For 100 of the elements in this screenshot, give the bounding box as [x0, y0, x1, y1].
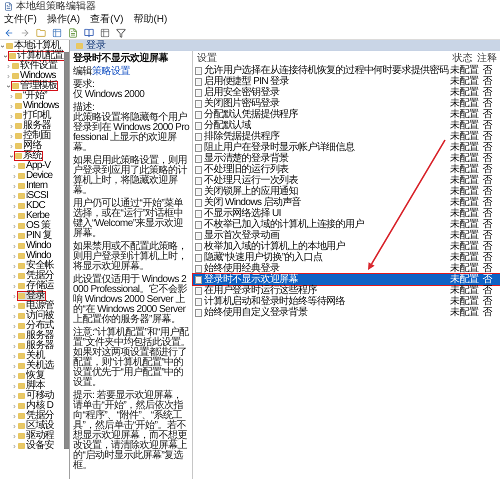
- policy-row[interactable]: 允许用户选择在从连接待机恢复的过程中何时要求提供密码未配置 否: [193, 65, 500, 76]
- tree-item[interactable]: App-V: [17, 161, 52, 171]
- document-icon[interactable]: [68, 28, 78, 38]
- policy-row[interactable]: 排除凭据提供程序 未配置 否: [193, 131, 500, 142]
- setting-cell: 计算机启动和登录时始终等待网络: [193, 296, 448, 306]
- tree-item[interactable]: Windo: [17, 241, 52, 251]
- tree-item[interactable]: PIN 复: [17, 231, 53, 241]
- comment-cell-text: 否: [481, 220, 494, 230]
- description-label: 描述:: [73, 103, 94, 113]
- comment-cell-text: 否: [481, 252, 494, 262]
- tree-item[interactable]: Intern: [17, 181, 48, 191]
- tree-item[interactable]: 脚本: [17, 381, 46, 391]
- tree-item[interactable]: Windo: [17, 251, 52, 261]
- policy-row[interactable]: 计算机启动和登录时始终等待网络 未配置 否: [193, 296, 500, 307]
- tree-item[interactable]: 恢复: [17, 371, 46, 381]
- menu-item[interactable]: 帮助(H): [133, 14, 168, 24]
- tree-item[interactable]: 访问被: [17, 311, 55, 321]
- folder-icon[interactable]: [36, 28, 46, 38]
- policy-row[interactable]: 显示清楚的登录背景 未配置 否: [193, 153, 500, 164]
- edit-link[interactable]: 策略设置: [92, 66, 130, 77]
- state-cell-text: 未配置: [449, 154, 477, 164]
- tree-item[interactable]: Device: [17, 171, 54, 181]
- menu-item[interactable]: 操作(A): [46, 14, 80, 24]
- policy-row[interactable]: 枚举加入域的计算机上的本地用户 未配置 否: [193, 241, 500, 252]
- comment-cell-text: 否: [481, 186, 494, 196]
- tree-item[interactable]: 安全帐: [17, 261, 55, 271]
- tree-item[interactable]: 内核 D: [17, 401, 54, 411]
- tree-item[interactable]: 软件设置: [11, 61, 58, 71]
- tree-item[interactable]: 服务器: [17, 341, 55, 351]
- policy-row[interactable]: 启用安全密钥登录 未配置 否: [193, 87, 500, 98]
- policy-row[interactable]: 登录时不显示欢迎屏幕 未配置 否: [193, 274, 500, 285]
- setting-cell: 显示首次登录动画: [193, 230, 448, 240]
- window-title: 本地组策略编辑器: [16, 2, 96, 12]
- back-icon[interactable]: [4, 28, 14, 38]
- policy-row[interactable]: 关闭锁屏上的应用通知 未配置 否: [193, 186, 500, 197]
- tree-item[interactable]: 服务器: [14, 121, 52, 131]
- comment-cell-text: 否: [481, 230, 494, 240]
- menu-item[interactable]: 查看(V): [90, 14, 124, 24]
- table-icon[interactable]: [52, 28, 62, 38]
- policy-row[interactable]: 显示首次登录动画 未配置 否: [193, 230, 500, 241]
- tree-item[interactable]: 分布式: [17, 321, 55, 331]
- column-header[interactable]: 设置: [193, 54, 448, 64]
- setting-cell: 始终使用经典登录: [193, 264, 448, 274]
- tree-item[interactable]: 区域设: [17, 421, 55, 431]
- state-cell-text: 未配置: [449, 220, 477, 230]
- tree-item[interactable]: 关机: [17, 351, 46, 361]
- column-header[interactable]: 状态: [448, 54, 477, 64]
- policy-row[interactable]: 始终使用自定义登录背景 未配置 否: [193, 307, 500, 318]
- column-header[interactable]: 注释: [477, 54, 497, 64]
- tree-item[interactable]: 网络: [14, 141, 43, 151]
- requirement-label: 要求:: [73, 80, 94, 90]
- filter-icon[interactable]: [116, 28, 126, 38]
- tree-item[interactable]: 本地计算机: [5, 41, 62, 51]
- state-cell-text: 未配置: [449, 286, 477, 296]
- policy-row[interactable]: 启用便捷型 PIN 登录 未配置 否: [193, 76, 500, 87]
- tree-item[interactable]: KDC: [17, 201, 46, 211]
- state-cell-text: 未配置: [449, 88, 477, 98]
- tree-item[interactable]: “开始”: [14, 91, 48, 101]
- policy-row[interactable]: 不处理旧的运行列表 未配置 否: [193, 164, 500, 175]
- state-cell-text: 未配置: [449, 296, 477, 306]
- policy-row[interactable]: 关闭图片密码登录 未配置 否: [193, 98, 500, 109]
- policy-row[interactable]: 阻止用户在登录时显示帐户详细信息 未配置 否: [193, 142, 500, 153]
- tree-item[interactable]: 驱动程: [17, 431, 55, 441]
- tree-item[interactable]: 存储运: [17, 281, 55, 291]
- comment-cell-text: 否: [481, 120, 494, 130]
- policy-row[interactable]: 关闭 Windows 启动声音 未配置 否: [193, 197, 500, 208]
- tree-item[interactable]: Windows: [14, 101, 60, 111]
- description-paragraph: 此策略设置将隐藏每个用户登录到在 Windows 2000 Professional 上显示的欢迎屏幕。: [73, 113, 190, 153]
- tree-item[interactable]: 系统: [14, 151, 43, 161]
- tree-item[interactable]: 凭据分: [17, 271, 55, 281]
- tree-item[interactable]: 控制面: [14, 131, 52, 141]
- menu-item[interactable]: 文件(F): [4, 14, 37, 24]
- tree-item[interactable]: 关机选: [17, 361, 55, 371]
- tree-item[interactable]: 打印机: [14, 111, 52, 121]
- tree-item[interactable]: 电源管: [17, 301, 55, 311]
- book-icon[interactable]: [84, 28, 94, 38]
- policy-row[interactable]: 不显示网络选择 UI 未配置 否: [193, 208, 500, 219]
- tree-item[interactable]: Kerbe: [17, 211, 50, 221]
- policy-row[interactable]: 始终使用经典登录 未配置 否: [193, 263, 500, 274]
- policy-row[interactable]: 分配默认域 未配置 否: [193, 120, 500, 131]
- tree-item[interactable]: 可移动: [17, 391, 55, 401]
- state-cell-text: 未配置: [449, 66, 477, 76]
- tree-item[interactable]: 设备安: [17, 441, 55, 451]
- tree-item[interactable]: OS 策: [17, 221, 52, 231]
- table-icon[interactable]: [100, 28, 110, 38]
- comment-cell-text: 否: [481, 142, 494, 152]
- policy-row[interactable]: 在用户登录时运行这些程序 未配置 否: [193, 285, 500, 296]
- policy-row[interactable]: 隐藏“快速用户切换”的入口点 未配置 否: [193, 252, 500, 263]
- tree-item[interactable]: iSCSI: [17, 191, 50, 201]
- state-cell-text: 未配置: [449, 76, 477, 86]
- tree-item[interactable]: 服务器: [17, 331, 55, 341]
- policy-row[interactable]: 不处理只运行一次列表 未配置 否: [193, 175, 500, 186]
- description-paragraph: 如果启用此策略设置，则用户登录到应用了此策略的计算机上时，将隐藏欢迎屏幕。: [73, 156, 188, 196]
- tree-item[interactable]: Windows: [11, 71, 57, 81]
- policy-row[interactable]: 不枚举已加入域的计算机上连接的用户 未配置 否: [193, 219, 500, 230]
- scrollbar[interactable]: [64, 52, 69, 449]
- forward-icon[interactable]: [20, 28, 30, 38]
- policy-row[interactable]: 分配默认凭据提供程序 未配置 否: [193, 109, 500, 120]
- tree-item[interactable]: 登录: [17, 291, 46, 301]
- tree-item[interactable]: 凭据分: [17, 411, 55, 421]
